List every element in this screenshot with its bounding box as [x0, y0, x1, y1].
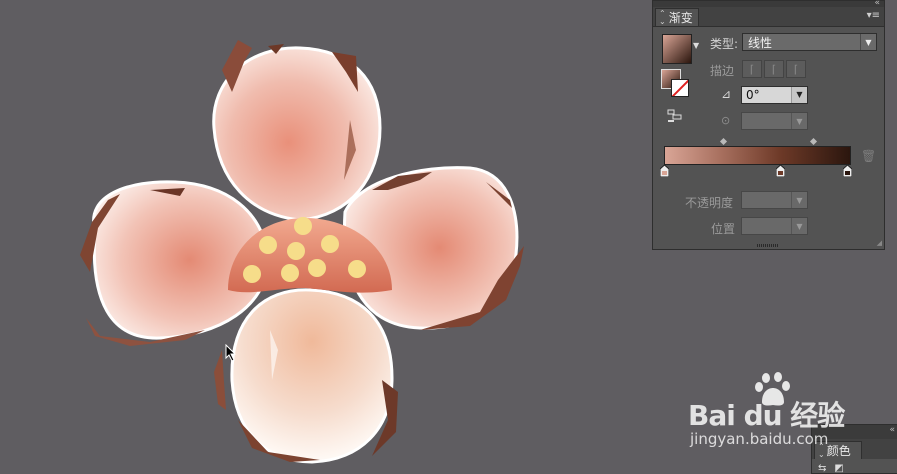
stroke-gradient-across-button[interactable]: ⌈	[786, 60, 806, 78]
chevron-down-icon[interactable]: ▼	[791, 218, 807, 234]
flower-petal-bottom[interactable]	[214, 288, 398, 464]
gradient-type-select[interactable]: 线性 ▼	[742, 33, 877, 51]
color-panel-icons: ⇆ ◩	[818, 463, 844, 474]
type-label: 类型:	[710, 37, 739, 51]
chevron-down-icon[interactable]: ▼	[791, 87, 807, 103]
tab-arrows-icon: ⌃ ⌄	[659, 8, 666, 26]
gradient-stop-right[interactable]	[843, 165, 852, 177]
flower-petal-top[interactable]	[212, 40, 382, 222]
gradient-stop-left[interactable]	[660, 165, 669, 177]
gradient-swatch[interactable]	[662, 34, 692, 64]
aspect-ratio-icon: ⊙	[721, 114, 731, 127]
align-icon[interactable]	[667, 109, 683, 123]
trash-icon[interactable]: 🗑	[861, 149, 876, 163]
chevron-down-icon[interactable]: ▼	[860, 34, 876, 50]
midpoint-diamond[interactable]	[719, 137, 728, 146]
aspect-ratio-field[interactable]: ▼	[741, 112, 808, 130]
watermark: Bai du 经验 jingyan.baidu.com	[688, 372, 858, 462]
stroke-gradient-along-button[interactable]: ⌈	[764, 60, 784, 78]
resize-handle-icon[interactable]: ◢	[877, 239, 882, 247]
gradient-type-value: 线性	[748, 35, 773, 50]
gradient-panel: « ⌃ ⌄ 渐变 ▾≡ ▼ 类型: 线性 ▼ 描边 ⌈ ⌈ ⌈ ⊿ 0° ▼ ⊙ …	[652, 0, 885, 250]
chevron-down-icon[interactable]: ▼	[791, 113, 807, 129]
gradient-stop-middle[interactable]	[776, 165, 785, 177]
tab-gradient[interactable]: ⌃ ⌄ 渐变	[655, 8, 699, 26]
gradient-slider[interactable]	[664, 146, 851, 165]
angle-icon: ⊿	[721, 87, 732, 101]
position-field[interactable]: ▼	[741, 217, 808, 235]
tab-gradient-label: 渐变	[668, 11, 693, 25]
angle-value: 0°	[746, 88, 760, 102]
angle-field[interactable]: 0° ▼	[741, 86, 808, 104]
stroke-none-swatch[interactable]	[671, 79, 689, 97]
stroke-gradient-within-button[interactable]: ⌈	[742, 60, 762, 78]
midpoint-diamond[interactable]	[809, 137, 818, 146]
swatch-dropdown-icon[interactable]: ▼	[693, 41, 699, 50]
watermark-brand: Bai du 经验	[688, 399, 845, 432]
swap-colors-icon[interactable]: ⇆	[818, 463, 826, 474]
watermark-url: jingyan.baidu.com	[690, 430, 829, 448]
opacity-label: 不透明度	[685, 196, 734, 210]
position-label: 位置	[711, 222, 736, 236]
stroke-label: 描边	[710, 64, 735, 78]
mouse-cursor-icon	[225, 344, 237, 362]
chevron-down-icon[interactable]: ▼	[791, 192, 807, 208]
default-colors-icon[interactable]: ◩	[834, 463, 843, 474]
panel-menu-icon[interactable]: ▾≡	[867, 10, 880, 21]
panel-header: ⌃ ⌄ 渐变 ▾≡	[653, 7, 884, 27]
fill-stroke-indicator[interactable]	[661, 69, 691, 99]
collapse-icon[interactable]: «	[889, 425, 895, 435]
opacity-field[interactable]: ▼	[741, 191, 808, 209]
panel-grip[interactable]	[757, 244, 779, 247]
